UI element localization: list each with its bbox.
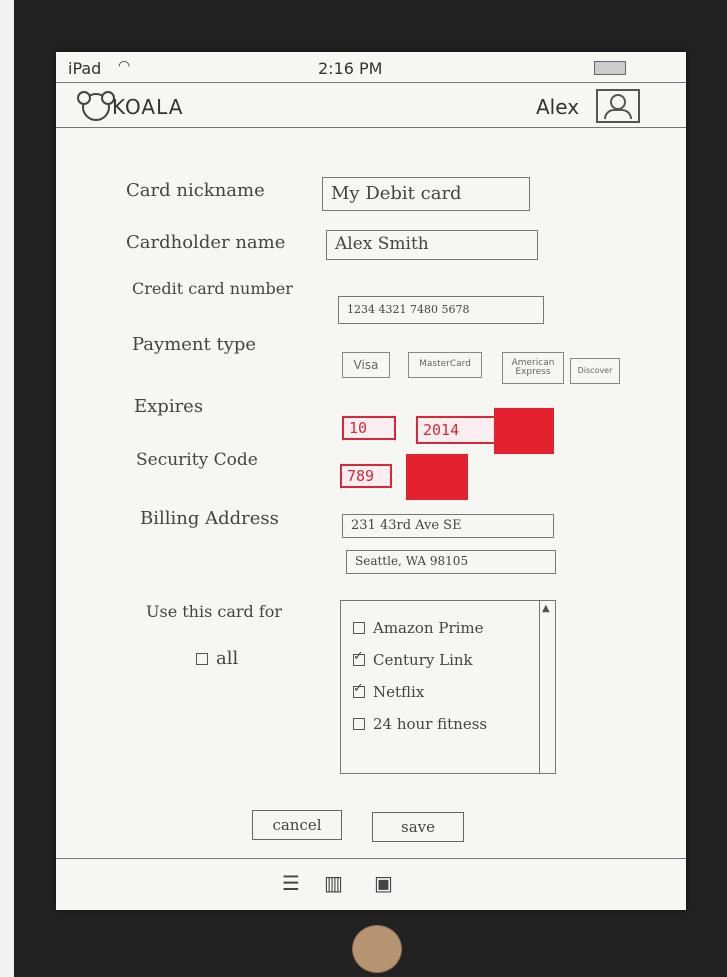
all-option[interactable]: all [196,648,238,669]
avatar-icon[interactable] [596,89,640,123]
carrier-label: iPad [68,59,102,78]
scroll-up-arrow-icon[interactable]: ▲ [542,603,550,614]
list-item-label: Century Link [373,651,473,669]
list-tab-icon[interactable]: ☰ [282,871,300,895]
all-label: all [216,648,239,669]
use-card-for-label: Use this card for [146,602,283,621]
card-number-label: Credit card number [132,279,293,298]
home-button[interactable] [352,925,402,973]
list-item[interactable]: 24 hour fitness [353,715,487,733]
list-item[interactable]: Century Link [353,649,473,669]
amazon-prime-checkbox[interactable] [353,622,365,634]
list-item[interactable]: Netflix [353,681,425,701]
all-checkbox[interactable] [196,653,208,665]
expiry-sticky-note [494,408,554,454]
cardholder-name-input[interactable]: Alex Smith [326,230,538,260]
app-header: KOALA Alex [56,83,686,128]
background-strip [0,0,14,977]
list-item[interactable]: Amazon Prime [353,619,484,637]
cancel-button[interactable]: cancel [252,810,342,840]
list-item-label: Netflix [373,683,425,701]
expiry-month-input[interactable]: 10 [342,416,396,440]
koala-logo-icon [77,91,115,121]
list-item-label: Amazon Prime [373,619,484,637]
username-label: Alex [536,95,580,119]
app-screen: iPad ◠ 2:16 PM KOALA Alex Card nickname … [56,52,686,910]
card-nickname-label: Card nickname [126,180,265,201]
security-code-sticky-note [406,454,468,500]
billing-address-line1-input[interactable]: 231 43rd Ave SE [342,514,554,538]
cardholder-name-label: Cardholder name [126,232,286,253]
wifi-icon: ◠ [118,58,131,74]
expires-label: Expires [134,396,204,417]
list-scrollbar[interactable]: ▲ [539,601,555,773]
expiry-year-input[interactable]: 2014 [416,416,496,444]
security-code-label: Security Code [136,450,258,470]
24-hour-fitness-checkbox[interactable] [353,718,365,730]
century-link-checkbox[interactable] [353,649,365,666]
save-button[interactable]: save [372,812,464,842]
service-list[interactable]: Amazon Prime Century Link Netflix 24 hou… [340,600,556,774]
battery-icon [594,61,626,75]
status-time: 2:16 PM [318,59,383,78]
profile-tab-icon[interactable]: ▣ [374,871,393,895]
payment-type-label: Payment type [132,334,257,355]
payment-option-american-express[interactable]: American Express [502,352,564,384]
billing-address-line2-input[interactable]: Seattle, WA 98105 [346,550,556,574]
billing-address-label: Billing Address [140,508,279,529]
tab-bar: ☰ ▥ ▣ [56,858,686,911]
chart-tab-icon[interactable]: ▥ [324,871,343,895]
netflix-checkbox[interactable] [353,681,365,698]
status-bar: iPad ◠ 2:16 PM [56,52,686,83]
app-title: KOALA [112,95,184,119]
payment-option-visa[interactable]: Visa [342,352,390,378]
security-code-input[interactable]: 789 [340,464,392,488]
list-item-label: 24 hour fitness [373,715,488,733]
device-frame: iPad ◠ 2:16 PM KOALA Alex Card nickname … [0,0,727,977]
card-nickname-input[interactable]: My Debit card [322,177,530,211]
card-number-input[interactable]: 1234 4321 7480 5678 [338,296,544,324]
payment-option-discover[interactable]: Discover [570,358,620,384]
payment-option-mastercard[interactable]: MasterCard [408,352,482,378]
